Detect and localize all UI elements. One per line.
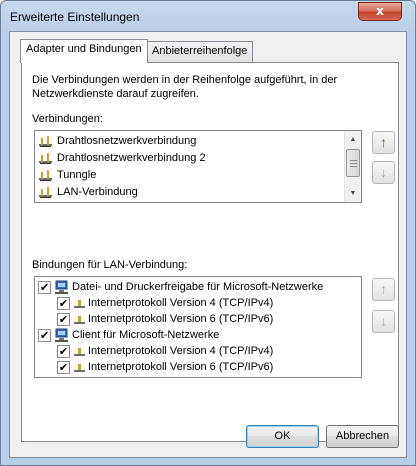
scroll-down-icon[interactable]: ▼ — [345, 185, 361, 202]
binding-checkbox[interactable]: ✔ — [57, 345, 70, 358]
tree-item[interactable]: ✔ Datei- und Druckerfreigabe für Microsof… — [35, 279, 355, 296]
bindings-label: Bindungen für LAN-Verbindung: — [32, 259, 188, 271]
window-title: Erweiterte Einstellungen — [10, 10, 140, 24]
dialog-client-area: Adapter und Bindungen Anbieterreihenfolg… — [9, 31, 407, 458]
client-computer-icon — [55, 328, 68, 342]
dialog-window: Erweiterte Einstellungen x Adapter und B… — [0, 0, 416, 466]
title-bar[interactable]: Erweiterte Einstellungen x — [1, 1, 415, 31]
tab-panel: Die Verbindungen werden in der Reihenfol… — [21, 62, 399, 442]
tree-item[interactable]: ✔ Internetprotokoll Version 6 (TCP/IPv6) — [35, 359, 355, 376]
tree-item-label: Internetprotokoll Version 6 (TCP/IPv6) — [88, 361, 274, 373]
bindings-treeview[interactable]: ✔ Datei- und Druckerfreigabe für Microsof… — [34, 276, 362, 378]
connections-scrollbar[interactable]: ▲ ▼ — [344, 131, 361, 202]
arrow-up-icon: ↑ — [380, 134, 387, 150]
binding-move-down-button[interactable]: ↓ — [372, 310, 395, 333]
protocol-icon — [74, 364, 85, 372]
network-connection-icon — [39, 136, 52, 147]
network-connection-icon — [39, 187, 52, 198]
close-button[interactable]: x — [358, 2, 402, 21]
network-connection-icon — [39, 170, 52, 181]
list-item-label: Drahtlosnetzwerkverbindung 2 — [57, 152, 206, 164]
binding-move-up-button[interactable]: ↑ — [372, 278, 395, 301]
binding-checkbox[interactable]: ✔ — [57, 297, 70, 310]
tree-item-label: Internetprotokoll Version 4 (TCP/IPv4) — [88, 345, 274, 357]
connection-move-down-button[interactable]: ↓ — [372, 161, 395, 184]
cancel-button[interactable]: Abbrechen — [326, 425, 399, 448]
tree-item-label: Datei- und Druckerfreigabe für Microsoft… — [72, 281, 324, 293]
binding-checkbox[interactable]: ✔ — [57, 361, 70, 374]
arrow-up-icon: ↑ — [380, 281, 387, 297]
tree-item[interactable]: ✔ Internetprotokoll Version 6 (TCP/IPv6) — [35, 311, 355, 328]
tree-item-label: Client für Microsoft-Netzwerke — [72, 329, 220, 341]
list-item[interactable]: Tunngle — [35, 167, 335, 184]
network-connection-icon — [39, 153, 52, 164]
binding-checkbox[interactable]: ✔ — [38, 281, 51, 294]
tab-adapter-und-bindungen[interactable]: Adapter und Bindungen — [20, 39, 148, 63]
binding-checkbox[interactable]: ✔ — [38, 329, 51, 342]
tab-anbieterreihenfolge[interactable]: Anbieterreihenfolge — [146, 41, 254, 62]
connections-label: Verbindungen: — [32, 113, 103, 125]
list-item[interactable]: Drahtlosnetzwerkverbindung — [35, 133, 335, 150]
binding-checkbox[interactable]: ✔ — [57, 313, 70, 326]
list-item-label: Tunngle — [57, 169, 97, 181]
tree-item[interactable]: ✔ Client für Microsoft-Netzwerke — [35, 327, 355, 344]
connections-listbox[interactable]: Drahtlosnetzwerkverbindung Drahtlosnetzwe… — [34, 130, 362, 203]
arrow-down-icon: ↓ — [380, 313, 387, 329]
arrow-down-icon: ↓ — [380, 164, 387, 180]
description-text: Die Verbindungen werden in der Reihenfol… — [32, 74, 338, 100]
protocol-icon — [74, 300, 85, 308]
list-item[interactable]: LAN-Verbindung — [35, 184, 335, 201]
tree-item[interactable]: ✔ Internetprotokoll Version 4 (TCP/IPv4) — [35, 343, 355, 360]
ok-button[interactable]: OK — [246, 425, 319, 448]
scroll-up-icon[interactable]: ▲ — [345, 131, 361, 148]
tree-item[interactable]: ✔ Internetprotokoll Version 4 (TCP/IPv4) — [35, 295, 355, 312]
scroll-thumb[interactable] — [346, 149, 360, 177]
protocol-icon — [74, 316, 85, 324]
list-item[interactable]: Drahtlosnetzwerkverbindung 2 — [35, 150, 335, 167]
protocol-icon — [74, 348, 85, 356]
tree-item-label: Internetprotokoll Version 6 (TCP/IPv6) — [88, 313, 274, 325]
list-item-label: Drahtlosnetzwerkverbindung — [57, 135, 197, 147]
computer-network-icon — [55, 280, 68, 294]
list-item-label: LAN-Verbindung — [57, 186, 138, 198]
connection-move-up-button[interactable]: ↑ — [372, 131, 395, 154]
tree-item-label: Internetprotokoll Version 4 (TCP/IPv4) — [88, 297, 274, 309]
